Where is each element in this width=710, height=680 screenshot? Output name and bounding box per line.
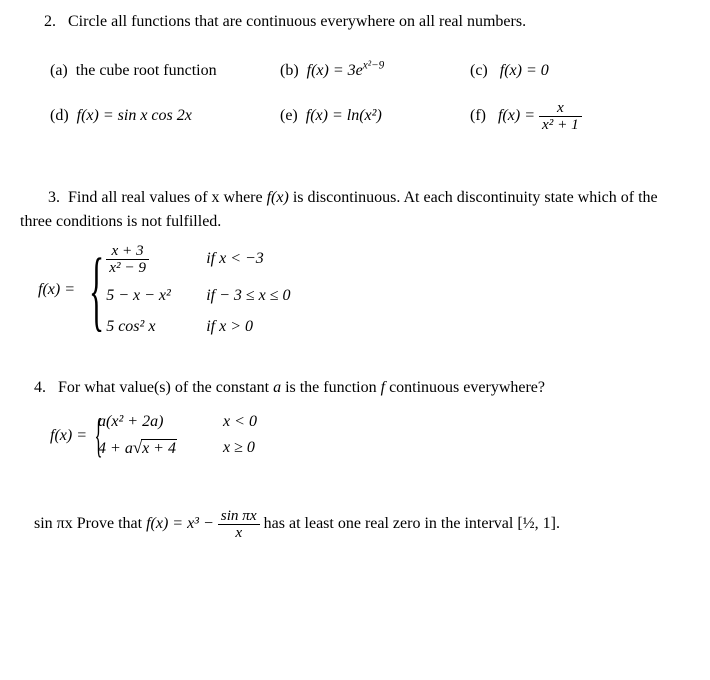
q4-prompt: 4. For what value(s) of the constant a i… (34, 378, 685, 399)
q5-fraction: sin πxx (218, 508, 260, 541)
q3-piece-3: 5 cos² x if x > 0 (106, 317, 290, 338)
q2-option-f: (f) f(x) = x x² + 1 (470, 100, 582, 133)
q3-prompt: 3. Find all real values of x where f(x) … (20, 188, 685, 209)
q2-row2: (d) f(x) = sin x cos 2x (e) f(x) = ln(x²… (50, 100, 685, 133)
q4-lhs: f(x) = (50, 426, 87, 447)
q5-prompt: sin πx Prove that f(x) = x³ − sin πxx ha… (34, 508, 685, 541)
q4-piece-2: 4 + a√x + 4 x ≥ 0 (98, 437, 257, 460)
q2-text: Circle all functions that are continuous… (68, 13, 526, 30)
q3-lhs: f(x) = (38, 280, 75, 301)
q3-piece-2: 5 − x − x² if − 3 ≤ x ≤ 0 (106, 286, 290, 307)
q3-piece-1: x + 3 x² − 9 if x < −3 (106, 243, 290, 276)
q3-piecewise: f(x) = { x + 3 x² − 9 if x < −3 5 − x − … (38, 243, 685, 338)
q2-option-a: (a) the cube root function (50, 61, 280, 82)
question-2: 2. Circle all functions that are continu… (20, 12, 685, 133)
q2-option-e: (e) f(x) = ln(x²) (280, 106, 470, 127)
q2-option-d: (d) f(x) = sin x cos 2x (50, 106, 280, 127)
question-4: 4. For what value(s) of the constant a i… (20, 378, 685, 460)
q2-option-c: (c) f(x) = 0 (470, 61, 549, 82)
question-3: 3. Find all real values of x where f(x) … (20, 188, 685, 338)
q2-number: 2. (44, 12, 56, 33)
brace-icon: { (89, 257, 104, 325)
q3-prompt-line2: three conditions is not fulfilled. (20, 212, 685, 233)
brace-icon: { (94, 418, 102, 454)
q2-prompt: 2. Circle all functions that are continu… (20, 12, 685, 33)
q4-piece-1: a(x² + 2a) x < 0 (98, 412, 257, 433)
q2-row1: (a) the cube root function (b) f(x) = 3e… (50, 61, 685, 82)
q2-option-b: (b) f(x) = 3ex²−9 (280, 61, 470, 82)
question-5: sin πx Prove that f(x) = x³ − sin πxx ha… (20, 508, 685, 541)
q4-piecewise: f(x) = { a(x² + 2a) x < 0 4 + a√x + 4 x … (50, 412, 685, 460)
